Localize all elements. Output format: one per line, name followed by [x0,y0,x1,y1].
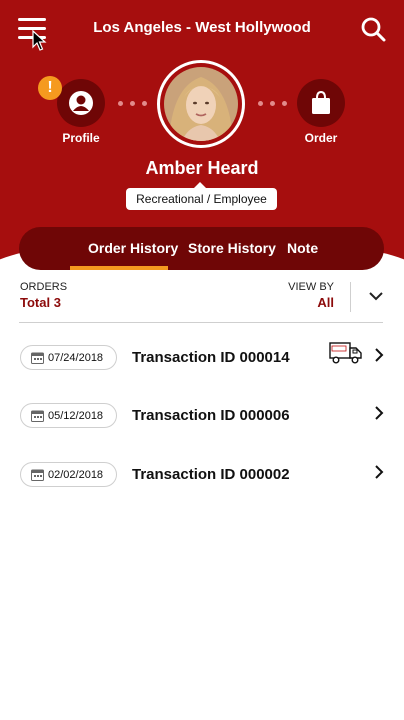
profile-button[interactable] [57,79,105,127]
view-by-value[interactable]: All [317,295,334,310]
tab-bar: Order History Store History Note [19,227,384,270]
mouse-cursor-icon [32,30,47,51]
order-date: 02/02/2018 [48,468,104,481]
date-pill: 02/02/2018 [20,462,117,487]
profile-label: Profile [62,131,100,145]
avatar-photo [164,67,238,141]
alert-badge: ! [38,76,62,100]
order-label: Order [304,131,338,145]
user-name: Amber Heard [145,158,259,178]
order-row[interactable]: 07/24/2018 Transaction ID 000014 [0,337,404,377]
location-title: Los Angeles - West Hollywood [93,19,311,36]
user-icon [69,91,93,115]
transaction-id: Transaction ID 000002 [132,466,290,483]
shopping-bag-icon [312,90,330,114]
chevron-right-icon [375,465,384,479]
orders-label: ORDERS [20,281,68,293]
transaction-id: Transaction ID 000014 [132,349,290,366]
order-button[interactable] [297,79,345,127]
chevron-right-icon [375,406,384,420]
menu-icon-bar [18,18,46,21]
user-role-badge: Recreational / Employee [126,182,277,210]
active-tab-indicator [70,266,168,270]
date-pill: 07/24/2018 [20,345,117,370]
order-date: 07/24/2018 [48,351,104,364]
divider [350,282,351,312]
chevron-down-icon[interactable] [366,286,386,306]
order-date: 05/12/2018 [48,409,104,422]
orders-total: Total 3 [20,295,61,310]
calendar-icon [31,352,44,364]
tab-order-history[interactable]: Order History [88,240,178,256]
calendar-icon [31,410,44,422]
truck-icon [329,342,362,364]
chevron-right-icon [375,348,384,362]
date-pill: 05/12/2018 [20,403,117,428]
transaction-id: Transaction ID 000006 [132,407,290,424]
divider [19,322,383,323]
search-icon[interactable] [360,16,386,42]
calendar-icon [31,469,44,481]
avatar-ring [157,60,245,148]
connector-dots [258,101,287,106]
tab-store-history[interactable]: Store History [188,240,276,256]
connector-dots [118,101,147,106]
order-row[interactable]: 05/12/2018 Transaction ID 000006 [0,395,404,435]
view-by-label: VIEW BY [288,281,334,293]
order-row[interactable]: 02/02/2018 Transaction ID 000002 [0,454,404,494]
avatar [164,67,238,141]
app-screen: Los Angeles - West Hollywood ! Profile O… [0,0,404,720]
tab-note[interactable]: Note [287,240,318,256]
